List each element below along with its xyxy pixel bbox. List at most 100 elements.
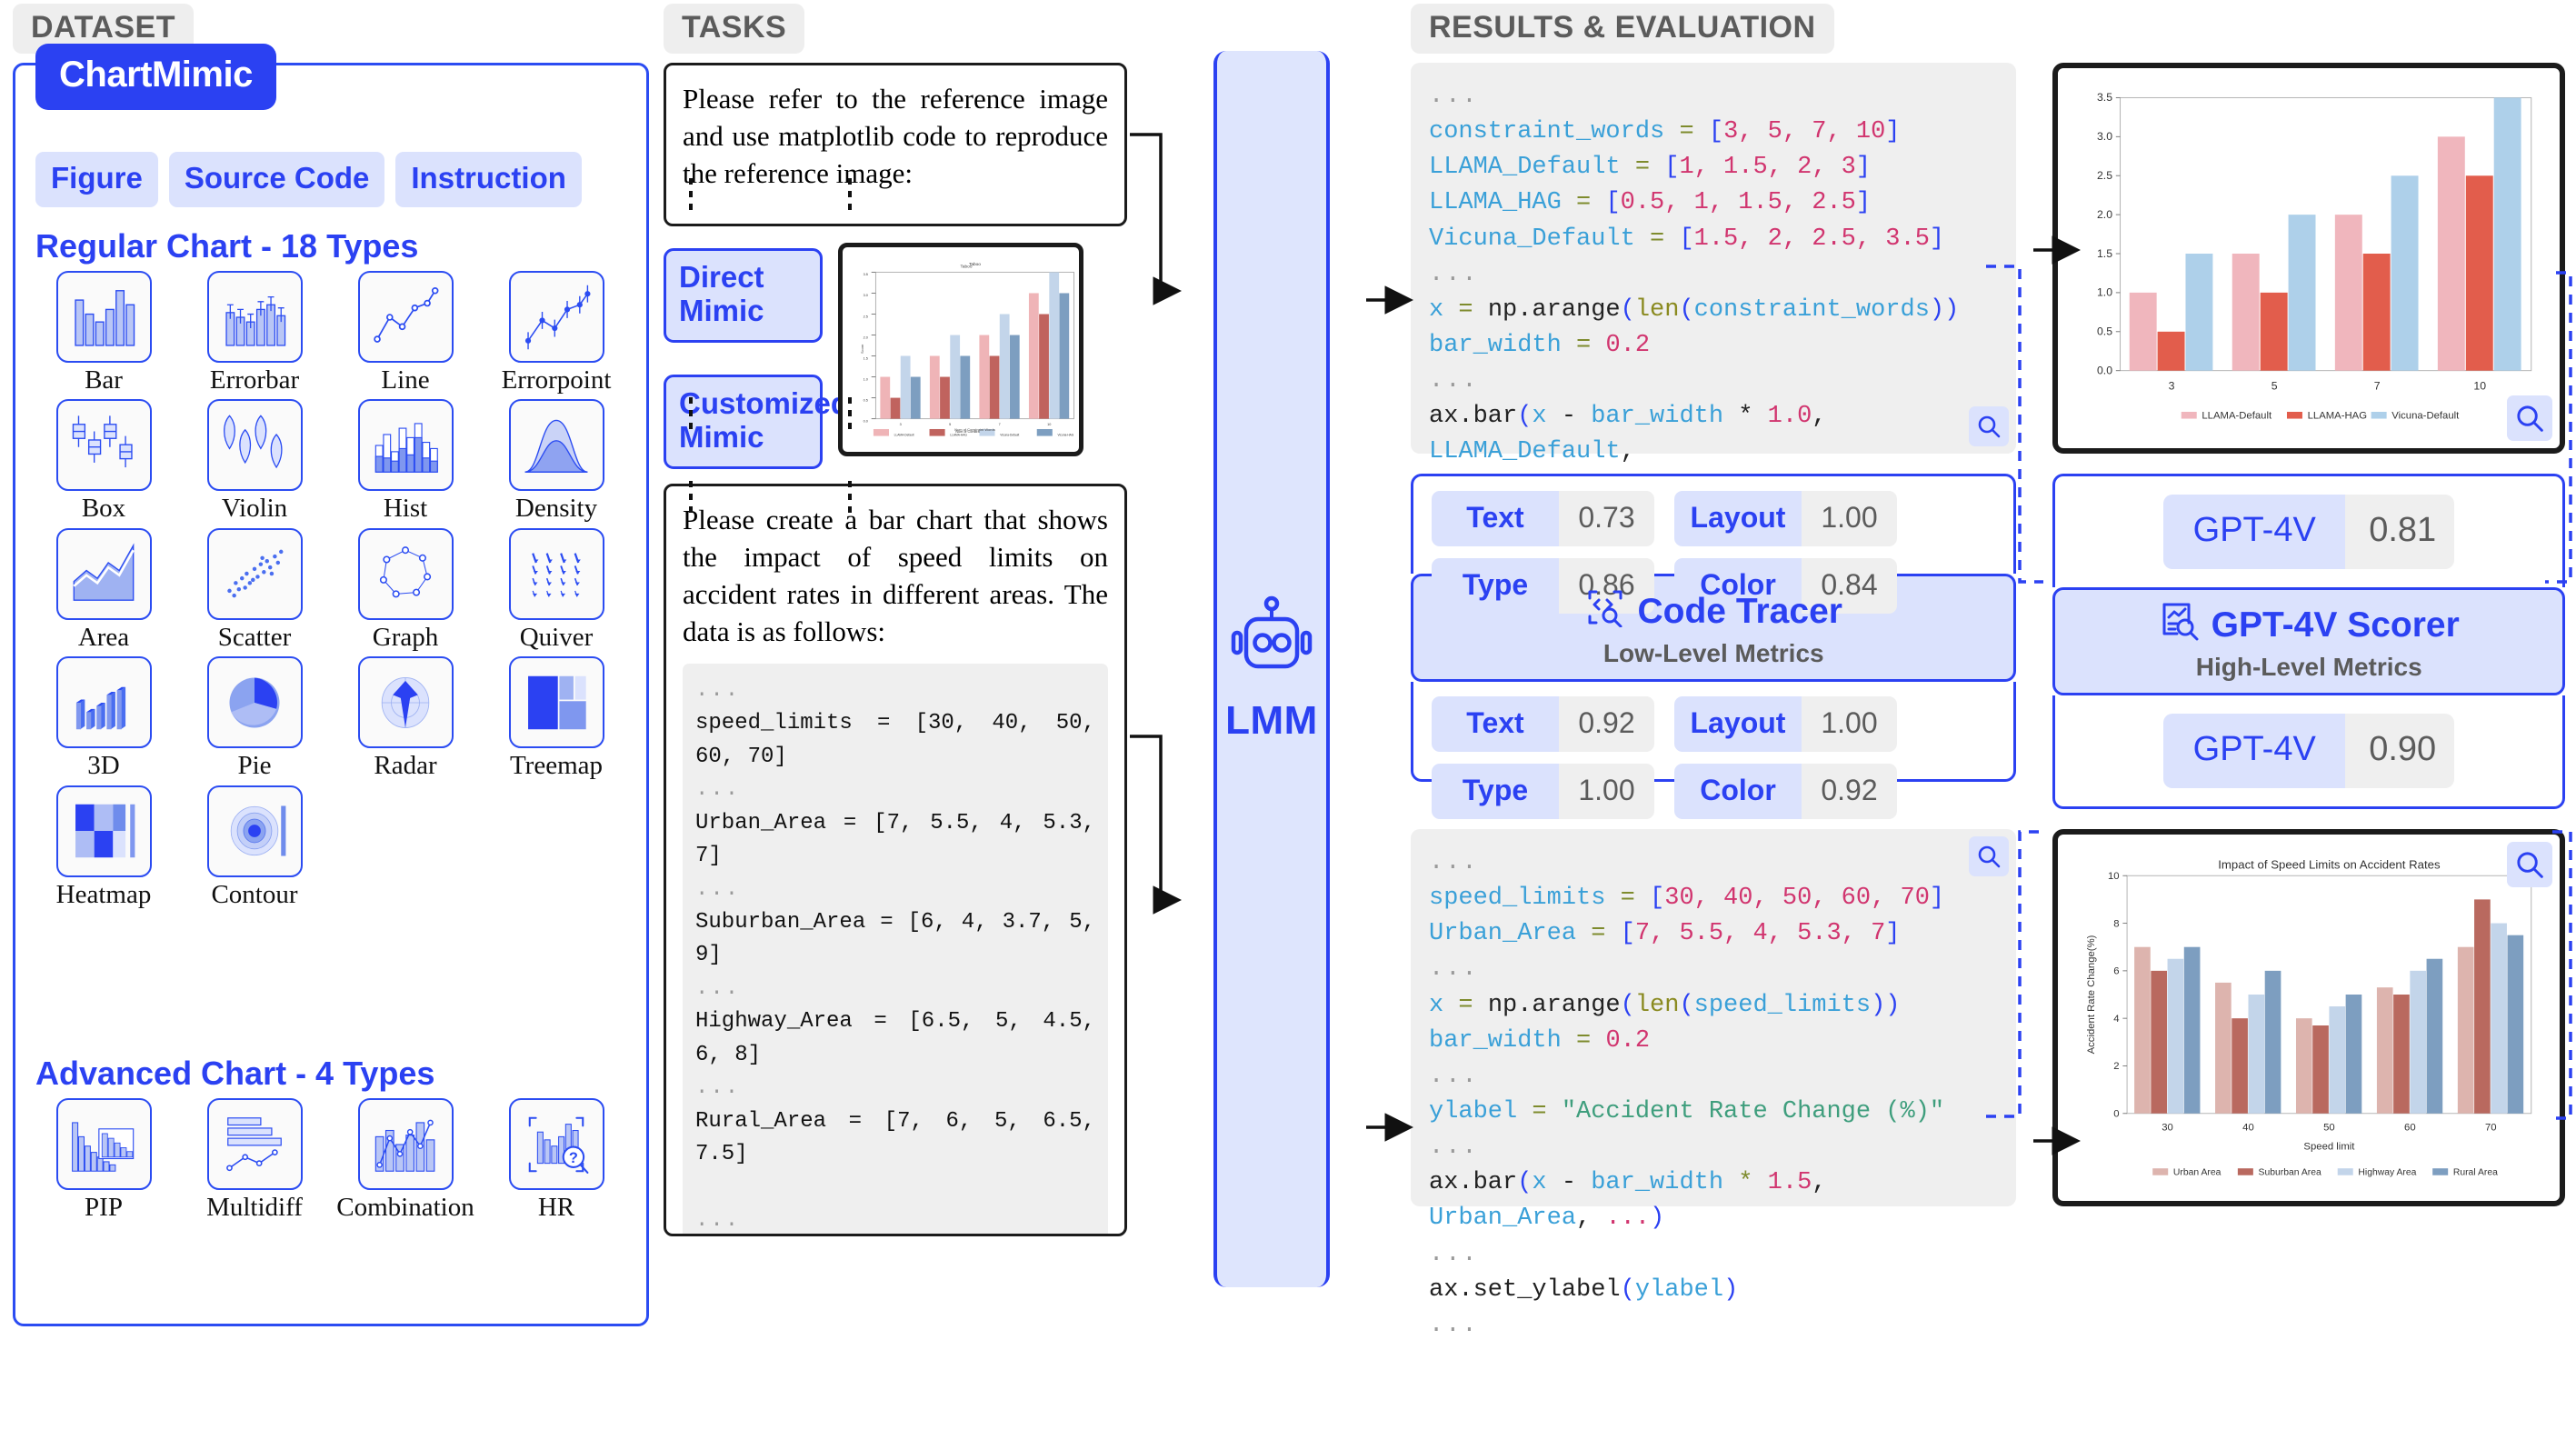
customized-mimic-button[interactable]: Customized Mimic <box>664 374 849 469</box>
chart-type-label: 3D <box>87 751 120 781</box>
svg-text:0.0: 0.0 <box>864 419 868 423</box>
tag-figure[interactable]: Figure <box>35 152 158 207</box>
dataset-card: ChartMimic Figure Source Code Instructio… <box>13 44 649 1326</box>
chart-type-cell-errorpoint[interactable]: Errorpoint <box>481 271 632 394</box>
chart-type-label: Density <box>514 494 598 524</box>
radar-chart-icon <box>357 656 454 749</box>
chart-type-cell-multidiff[interactable]: Multidiff <box>179 1098 330 1221</box>
svg-text:4: 4 <box>2114 1014 2120 1025</box>
chart-type-cell-violin[interactable]: Violin <box>179 399 330 524</box>
chart-type-cell-bar[interactable]: Bar <box>28 271 179 394</box>
section-header-results: RESULTS & EVALUATION <box>1411 4 1834 54</box>
metric-name: Layout <box>1674 696 1802 752</box>
lmm-label: LMM <box>1225 697 1318 743</box>
gpt4v-value: 0.81 <box>2345 495 2455 569</box>
chart-type-cell-area[interactable]: Area <box>28 527 179 651</box>
chart-type-cell-radar[interactable]: Radar <box>330 656 481 780</box>
customized-mimic-output-figure[interactable]: 0 2 4 6 8 10 30 40 50 60 70 Impact of Speed Limits … <box>2052 829 2565 1206</box>
svg-text:3.5: 3.5 <box>864 273 868 276</box>
gpt4v-score-top: GPT-4V 0.81 <box>2163 495 2455 569</box>
svg-text:50: 50 <box>2324 1123 2336 1134</box>
magnifier-icon[interactable] <box>1969 836 2010 876</box>
direct-mimic-button[interactable]: Direct Mimic <box>664 248 823 343</box>
gpt4v-scorer-icon <box>2159 601 2199 650</box>
direct-mimic-output-figure[interactable]: 0.0 0.5 1.0 1.5 2.0 2.5 3.0 3.5 3 5 7 10 LLAMA-Defau… <box>2052 63 2565 454</box>
tag-source-code[interactable]: Source Code <box>168 152 385 207</box>
chart-type-label: PIP <box>85 1193 123 1222</box>
density-plot-icon <box>508 399 604 492</box>
metric-value: 1.00 <box>1802 696 1897 752</box>
svg-text:60: 60 <box>2405 1123 2417 1134</box>
metric-type-bottom: Type 1.00 <box>1432 764 1654 819</box>
chart-type-cell-pie[interactable]: Pie <box>179 656 330 781</box>
magnifier-icon[interactable] <box>2507 395 2552 441</box>
pie-chart-icon <box>206 656 303 749</box>
chart-type-cell-treemap[interactable]: Treemap <box>481 656 632 780</box>
chart-type-cell-hist[interactable]: Hist <box>330 399 481 523</box>
svg-text:?: ? <box>569 1149 578 1165</box>
chart-type-label: Pie <box>237 751 272 781</box>
reference-figure-box[interactable]: Taboo 0.0 0.5 1.0 1.5 2.0 2.5 3.0 3.5 3 5 7 10 Taboo… <box>838 243 1083 456</box>
chart-type-cell-pip[interactable]: PIP <box>28 1098 179 1221</box>
code-tracer-icon <box>1585 587 1625 636</box>
violin-plot-icon <box>206 399 303 492</box>
svg-text:Num of Constraint Words: Num of Constraint Words <box>954 427 994 432</box>
chart-type-cell-quiver[interactable]: Quiver <box>481 527 632 651</box>
chart-type-cell-line[interactable]: Line <box>330 271 481 394</box>
box-plot-icon <box>55 399 152 492</box>
metric-color-bottom: Color 0.92 <box>1674 764 1897 819</box>
svg-text:Impact of Speed Limits on Acci: Impact of Speed Limits on Accident Rates <box>2219 858 2441 872</box>
chart-type-cell-box[interactable]: Box <box>28 399 179 523</box>
svg-text:Vicuna-Default: Vicuna-Default <box>2392 411 2461 422</box>
errorpoint-chart-icon <box>508 271 604 363</box>
svg-text:2.5: 2.5 <box>2097 169 2112 182</box>
svg-text:2.0: 2.0 <box>864 335 868 339</box>
svg-text:7: 7 <box>2374 379 2381 392</box>
svg-text:Vicuna-HAG: Vicuna-HAG <box>1057 434 1073 437</box>
area-chart-icon <box>55 527 152 620</box>
tag-instruction[interactable]: Instruction <box>395 152 582 207</box>
chart-type-label: Combination <box>336 1193 474 1222</box>
scatter-plot-icon <box>206 527 303 620</box>
metric-value: 1.00 <box>1802 491 1897 546</box>
multidiff-chart-icon <box>206 1098 303 1190</box>
histogram-icon <box>357 399 454 492</box>
chart-type-cell-combination[interactable]: Combination <box>330 1098 481 1221</box>
chart-type-cell-errorbar[interactable]: Errorbar <box>179 271 330 394</box>
magnifier-icon[interactable] <box>1969 406 2010 446</box>
chart-type-cell-heatmap[interactable]: Heatmap <box>28 785 179 908</box>
gpt4v-scorer-subtitle: High-Level Metrics <box>2195 653 2422 681</box>
chart-type-cell-3d[interactable]: 3D <box>28 656 179 781</box>
results-column: RESULTS & EVALUATION ... constraint_word… <box>1411 4 2565 1339</box>
svg-text:1.5: 1.5 <box>2097 247 2112 260</box>
dataset-column: DATASET ChartMimic Figure Source Code In… <box>13 4 649 1326</box>
contour-plot-icon <box>206 785 303 877</box>
svg-text:Suburban Area: Suburban Area <box>2259 1168 2321 1178</box>
gpt4v-scorer-banner: GPT-4V Scorer High-Level Metrics <box>2052 587 2565 695</box>
chart-type-label: Violin <box>221 494 288 524</box>
advanced-chart-grid: PIP Multidiff Combination? HR <box>28 1098 646 1226</box>
chart-type-cell-contour[interactable]: Contour <box>179 785 330 908</box>
svg-text:0.0: 0.0 <box>2097 364 2112 376</box>
svg-text:Urban Area: Urban Area <box>2173 1168 2222 1178</box>
svg-text:5: 5 <box>2271 379 2278 392</box>
metric-text-top: Text 0.73 <box>1432 491 1654 546</box>
svg-text:30: 30 <box>2162 1123 2174 1134</box>
customized-task-code: ... speed_limits = [30, 40, 50, 60, 70] … <box>683 663 1108 1234</box>
metric-layout-bottom: Layout 1.00 <box>1674 696 1897 752</box>
3d-bar-icon <box>55 656 152 749</box>
chart-type-cell-density[interactable]: Density <box>481 399 632 524</box>
metric-name: Type <box>1432 558 1559 614</box>
lmm-card[interactable]: LMM <box>1213 51 1330 1287</box>
heatmap-icon <box>55 785 152 877</box>
magnifier-icon[interactable] <box>2507 842 2552 887</box>
chart-type-cell-hr[interactable]: ? HR <box>481 1098 632 1221</box>
metric-name: Text <box>1432 491 1559 546</box>
svg-text:3.5: 3.5 <box>2097 91 2112 104</box>
metric-value: 0.73 <box>1559 491 1654 546</box>
chart-type-cell-scatter[interactable]: Scatter <box>179 527 330 652</box>
tasks-column: TASKS Please refer to the reference imag… <box>664 4 1127 1236</box>
chart-type-label: Scatter <box>217 622 292 652</box>
customized-mimic-task-box: Please create a bar chart that shows the… <box>664 483 1127 1236</box>
chart-type-cell-graph[interactable]: Graph <box>330 527 481 651</box>
